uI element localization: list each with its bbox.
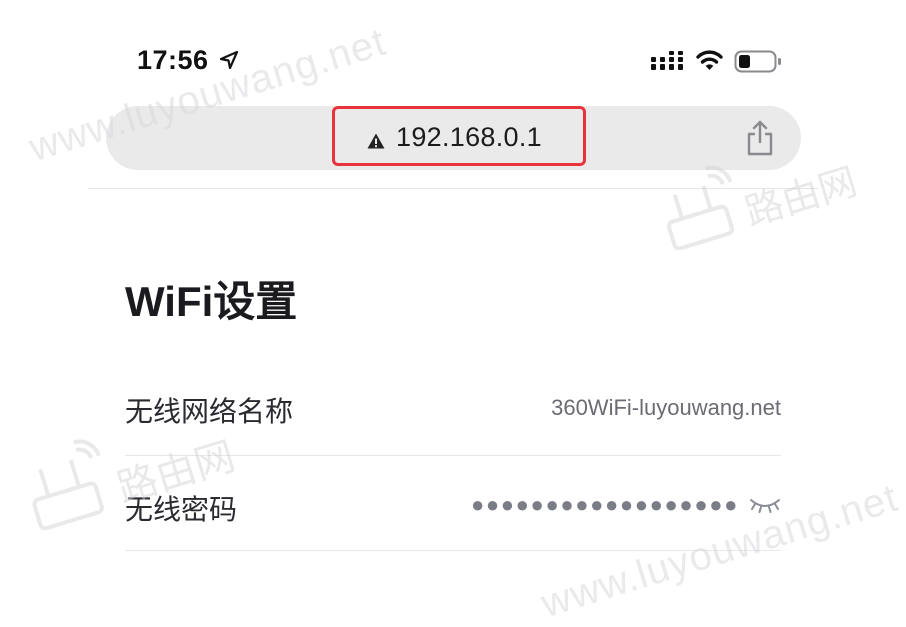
- password-row[interactable]: 无线密码 ●●●●●●●●●●●●●●●●●●: [125, 458, 781, 554]
- watermark-logo-text: 路由网: [740, 159, 862, 234]
- status-time: 17:56: [137, 45, 209, 75]
- share-icon[interactable]: [746, 120, 774, 156]
- row-divider: [125, 550, 781, 551]
- url-text[interactable]: 192.168.0.1: [396, 122, 542, 153]
- toolbar-divider: [88, 188, 818, 189]
- ssid-row[interactable]: 无线网络名称 360WiFi-luyouwang.net: [125, 360, 781, 456]
- row-divider: [125, 455, 781, 456]
- address-bar[interactable]: 192.168.0.1: [106, 106, 801, 170]
- battery-icon: [734, 50, 781, 73]
- ssid-label: 无线网络名称: [125, 396, 294, 427]
- page-title: WiFi设置: [125, 278, 298, 325]
- password-value[interactable]: ●●●●●●●●●●●●●●●●●●: [471, 492, 739, 518]
- eye-closed-icon[interactable]: [749, 495, 781, 515]
- cellular-signal-icon: [651, 51, 683, 70]
- warning-triangle-icon: [367, 133, 385, 149]
- location-arrow-icon: [219, 50, 239, 70]
- ssid-value[interactable]: 360WiFi-luyouwang.net: [551, 395, 781, 421]
- status-bar: 17:56: [0, 0, 906, 100]
- wifi-icon: [696, 50, 723, 70]
- password-label: 无线密码: [125, 494, 238, 525]
